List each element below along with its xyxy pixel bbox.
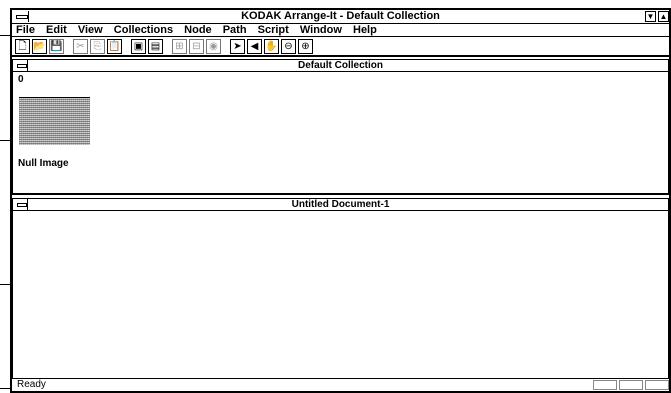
collection-title: Default Collection: [297, 60, 383, 71]
menu-script[interactable]: Script: [254, 24, 293, 37]
copy-icon[interactable]: ⎘: [90, 39, 105, 54]
layout-grid-icon[interactable]: ⊞: [172, 39, 187, 54]
node-icon[interactable]: ▣: [131, 39, 146, 54]
status-bar: Ready: [12, 378, 669, 391]
preview-icon[interactable]: ◉: [206, 39, 221, 54]
collection-counter: 0: [18, 74, 24, 85]
zoom-out-icon[interactable]: ⊖: [281, 39, 296, 54]
menu-collections[interactable]: Collections: [110, 24, 177, 37]
menu-window[interactable]: Window: [296, 24, 346, 37]
menu-edit[interactable]: Edit: [42, 24, 71, 37]
menu-help[interactable]: Help: [349, 24, 381, 37]
maximize-icon[interactable]: ▲: [658, 11, 669, 22]
minimize-icon[interactable]: ▼: [645, 11, 656, 22]
save-icon[interactable]: 💾: [49, 39, 64, 54]
collection-title-bar[interactable]: Default Collection: [13, 60, 668, 72]
menu-view[interactable]: View: [74, 24, 107, 37]
paste-icon[interactable]: 📋: [107, 39, 122, 54]
menu-bar: File Edit View Collections Node Path Scr…: [12, 24, 669, 37]
status-cell-2: [619, 380, 643, 390]
title-bar[interactable]: KODAK Arrange-It - Default Collection ▼ …: [12, 10, 669, 24]
app-window: KODAK Arrange-It - Default Collection ▼ …: [10, 8, 671, 393]
collection-window[interactable]: Default Collection 0 Null Image: [12, 59, 669, 195]
status-cell-3: [645, 380, 669, 390]
document-title: Untitled Document-1: [291, 199, 390, 210]
open-folder-icon[interactable]: 📂: [32, 39, 47, 54]
document-window[interactable]: Untitled Document-1: [12, 198, 669, 380]
status-text: Ready: [17, 379, 46, 390]
status-cell-1: [593, 380, 617, 390]
null-image-label: Null Image: [18, 158, 69, 169]
pointer-icon[interactable]: ➤: [230, 39, 245, 54]
layout-split-icon[interactable]: ⊟: [189, 39, 204, 54]
null-image-thumbnail[interactable]: [19, 97, 90, 145]
zoom-in-icon[interactable]: ⊕: [298, 39, 313, 54]
document-title-bar[interactable]: Untitled Document-1: [13, 199, 668, 211]
window-title: KODAK Arrange-It - Default Collection: [241, 10, 440, 22]
new-file-icon[interactable]: 🗋: [15, 39, 30, 54]
toolbar: 🗋 📂 💾 ✂ ⎘ 📋 ▣ ▤ ⊞ ⊟ ◉ ➤ ◀ ✋ ⊖ ⊕: [12, 37, 669, 57]
sound-icon[interactable]: ◀: [247, 39, 262, 54]
cut-icon[interactable]: ✂: [73, 39, 88, 54]
node-list-icon[interactable]: ▤: [148, 39, 163, 54]
menu-path[interactable]: Path: [219, 24, 251, 37]
hand-icon[interactable]: ✋: [264, 39, 279, 54]
menu-file[interactable]: File: [12, 24, 39, 37]
menu-node[interactable]: Node: [180, 24, 216, 37]
